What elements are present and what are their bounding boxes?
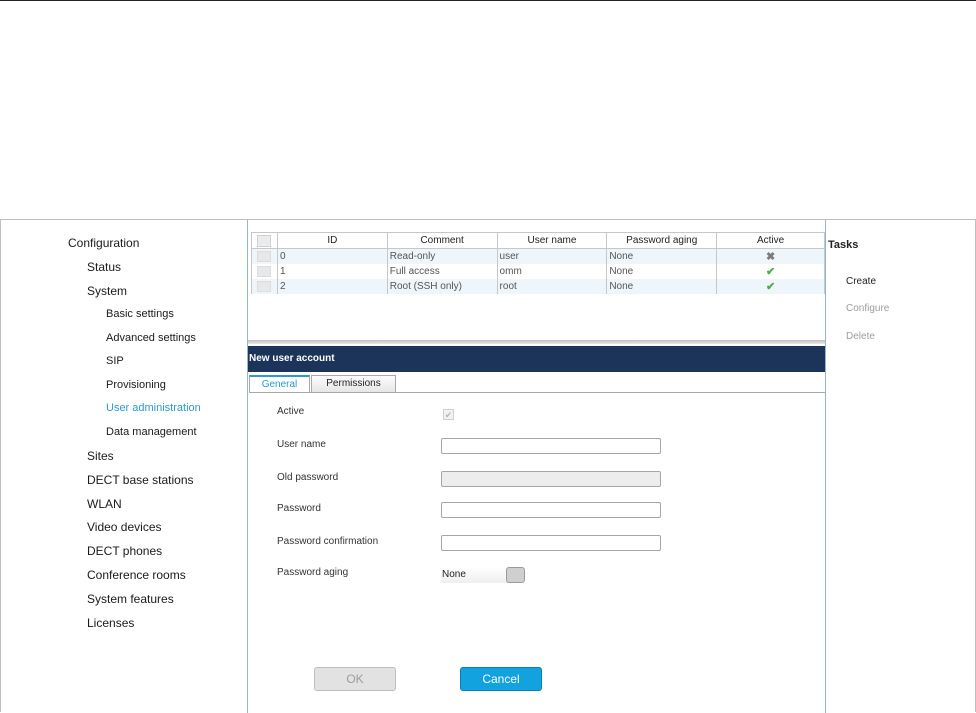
form-title: New user account	[248, 346, 825, 372]
table-header-row: ID Comment User name Password aging Acti…	[251, 232, 825, 249]
cell-active: ✔	[716, 278, 825, 294]
nav-item-user-administration[interactable]: User administration	[106, 402, 201, 414]
nav-item-dect-base-stations[interactable]: DECT base stations	[87, 473, 194, 487]
row-select-checkbox[interactable]	[257, 250, 272, 262]
nav-item-video-devices[interactable]: Video devices	[87, 520, 162, 534]
table-row[interactable]: 1 Full access omm None ✔	[251, 263, 825, 279]
cell-id: 1	[276, 263, 388, 279]
nav-item-wlan[interactable]: WLAN	[87, 497, 122, 511]
cell-id: 0	[276, 248, 388, 264]
cell-comment: Root (SSH only)	[386, 278, 498, 294]
check-icon: ✔	[765, 265, 776, 278]
old-password-input	[441, 471, 661, 487]
active-checkbox[interactable]: ✔	[443, 409, 454, 420]
nav-item-system-features[interactable]: System features	[87, 592, 174, 606]
row-select-checkbox[interactable]	[257, 265, 272, 277]
tasks-panel: Tasks Create Configure Delete	[827, 220, 976, 712]
user-name-label: User name	[277, 439, 326, 450]
select-all-header[interactable]	[251, 232, 278, 249]
nav-item-provisioning[interactable]: Provisioning	[106, 379, 166, 391]
ok-button[interactable]: OK	[314, 667, 396, 691]
navigation-tree: Configuration Status System Basic settin…	[1, 220, 247, 712]
nav-item-status[interactable]: Status	[87, 260, 121, 274]
content-pane: ID Comment User name Password aging Acti…	[247, 220, 826, 713]
column-header-user-name[interactable]: User name	[496, 232, 608, 249]
cell-user-name: user	[496, 248, 608, 264]
row-select-cell[interactable]	[251, 278, 278, 294]
users-table: ID Comment User name Password aging Acti…	[251, 232, 825, 294]
cancel-button[interactable]: Cancel	[460, 667, 542, 691]
pane-splitter[interactable]	[248, 340, 825, 344]
table-row[interactable]: 2 Root (SSH only) root None ✔	[251, 278, 825, 294]
password-label: Password	[277, 503, 321, 514]
nav-item-system[interactable]: System	[87, 284, 127, 298]
dropdown-toggle-button[interactable]	[506, 567, 525, 583]
nav-item-licenses[interactable]: Licenses	[87, 616, 134, 630]
table-row[interactable]: 0 Read-only user None ✖	[251, 248, 825, 264]
password-aging-value[interactable]: None	[441, 567, 509, 583]
check-icon: ✔	[765, 280, 776, 293]
nav-item-basic-settings[interactable]: Basic settings	[106, 308, 174, 320]
tab-permissions[interactable]: Permissions	[311, 375, 396, 392]
tasks-title: Tasks	[828, 239, 859, 251]
column-header-password-aging[interactable]: Password aging	[606, 232, 718, 249]
select-all-checkbox[interactable]	[257, 234, 272, 247]
inactive-x-icon: ✖	[765, 250, 776, 263]
cell-user-name: root	[496, 278, 608, 294]
row-select-checkbox[interactable]	[257, 280, 272, 292]
top-rule	[0, 0, 976, 1]
nav-item-sites[interactable]: Sites	[87, 449, 114, 463]
user-name-input[interactable]	[441, 438, 661, 454]
row-select-cell[interactable]	[251, 263, 278, 279]
cell-comment: Read-only	[386, 248, 498, 264]
password-aging-select[interactable]: None	[441, 567, 525, 583]
row-select-cell[interactable]	[251, 248, 278, 264]
cell-password-aging: None	[606, 263, 718, 279]
nav-item-conference-rooms[interactable]: Conference rooms	[87, 568, 186, 582]
password-confirmation-label: Password confirmation	[277, 536, 379, 547]
nav-item-sip[interactable]: SIP	[106, 355, 124, 367]
password-input[interactable]	[441, 502, 661, 518]
cell-password-aging: None	[606, 248, 718, 264]
tab-underline	[249, 392, 825, 393]
nav-item-dect-phones[interactable]: DECT phones	[87, 544, 162, 558]
nav-item-advanced-settings[interactable]: Advanced settings	[106, 332, 196, 344]
task-configure: Configure	[846, 303, 890, 314]
app-frame: Configuration Status System Basic settin…	[0, 219, 976, 713]
cell-user-name: omm	[496, 263, 608, 279]
cell-comment: Full access	[386, 263, 498, 279]
cell-id: 2	[276, 278, 388, 294]
password-confirmation-input[interactable]	[441, 535, 661, 551]
column-header-id[interactable]: ID	[276, 232, 388, 249]
column-header-active[interactable]: Active	[716, 232, 825, 249]
column-header-comment[interactable]: Comment	[386, 232, 498, 249]
cell-password-aging: None	[606, 278, 718, 294]
password-aging-label: Password aging	[277, 567, 349, 578]
cell-active: ✔	[716, 263, 825, 279]
task-delete: Delete	[846, 331, 875, 342]
old-password-label: Old password	[277, 472, 339, 483]
nav-item-data-management[interactable]: Data management	[106, 426, 197, 438]
nav-item-configuration[interactable]: Configuration	[68, 236, 139, 250]
tab-general[interactable]: General	[249, 375, 310, 392]
active-label: Active	[277, 406, 305, 417]
task-create[interactable]: Create	[846, 276, 876, 287]
cell-active: ✖	[716, 248, 825, 264]
